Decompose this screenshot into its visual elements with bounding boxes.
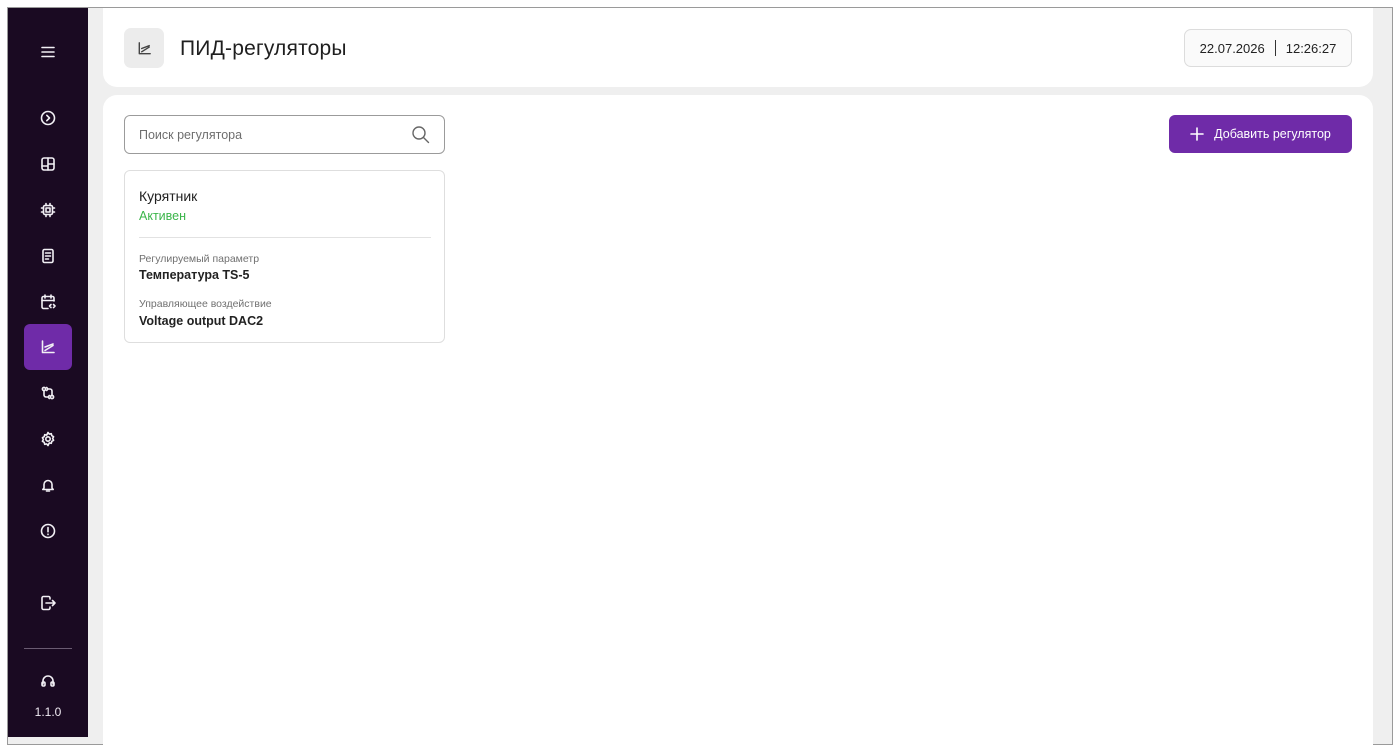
sidebar-item-documents[interactable] [24, 233, 72, 279]
page-header: ПИД-регуляторы 22.07.2026 12:26:27 [103, 8, 1373, 87]
menu-icon [41, 46, 55, 58]
sidebar: 1.1.0 [8, 8, 88, 737]
status-badge: Активен [139, 209, 187, 223]
card-divider [139, 237, 431, 238]
add-controller-label: Добавить регулятор [1214, 127, 1331, 141]
controller-name: Курятник [139, 188, 198, 204]
chart-line-icon [138, 41, 151, 54]
current-date: 22.07.2026 [1199, 40, 1265, 56]
bell-icon [42, 479, 54, 492]
document-icon [42, 248, 54, 264]
control-value: Voltage output DAC2 [139, 314, 264, 328]
sidebar-item-dashboard[interactable] [24, 141, 72, 187]
app-version: 1.1.0 [34, 705, 62, 719]
plus-icon [1190, 127, 1204, 141]
param-label: Регулируемый параметр [139, 253, 260, 265]
sidebar-item-devices[interactable] [24, 187, 72, 233]
dashboard-icon [41, 157, 55, 171]
search-icon[interactable] [411, 125, 430, 144]
param-value: Температура TS-5 [139, 268, 250, 282]
chip-icon [40, 202, 56, 218]
search-box [124, 115, 445, 154]
logout-button[interactable] [24, 580, 72, 626]
sidebar-item-overview[interactable] [24, 95, 72, 141]
search-input[interactable] [125, 116, 405, 153]
calendar-code-icon [41, 294, 56, 310]
sidebar-item-transfers[interactable] [24, 370, 72, 416]
datetime-display: 22.07.2026 12:26:27 [1184, 29, 1352, 67]
gear-icon [41, 431, 55, 447]
headset-icon [41, 675, 55, 687]
menu-button[interactable] [24, 29, 72, 75]
page-icon [124, 28, 164, 68]
sidebar-item-pid-controllers[interactable] [24, 324, 72, 370]
swap-icon [41, 386, 55, 400]
page-title: ПИД-регуляторы [180, 37, 347, 60]
chart-line-icon [41, 340, 55, 354]
add-controller-button[interactable]: Добавить регулятор [1169, 115, 1352, 153]
sidebar-divider [24, 648, 72, 649]
control-label: Управляющее воздействие [139, 298, 272, 310]
main-content: Добавить регулятор Курятник Активен Регу… [103, 95, 1373, 745]
logout-icon [41, 595, 56, 611]
sidebar-item-alerts[interactable] [24, 508, 72, 554]
support-button[interactable] [24, 658, 72, 704]
current-time: 12:26:27 [1285, 40, 1337, 56]
chevron-right-circle-icon [40, 110, 56, 126]
sidebar-item-schedule[interactable] [24, 279, 72, 325]
controller-card[interactable]: Курятник Активен Регулируемый параметр Т… [124, 170, 445, 343]
datetime-separator [1274, 40, 1276, 56]
alert-circle-icon [40, 523, 56, 539]
sidebar-item-notifications[interactable] [24, 462, 72, 508]
sidebar-item-settings[interactable] [24, 416, 72, 462]
